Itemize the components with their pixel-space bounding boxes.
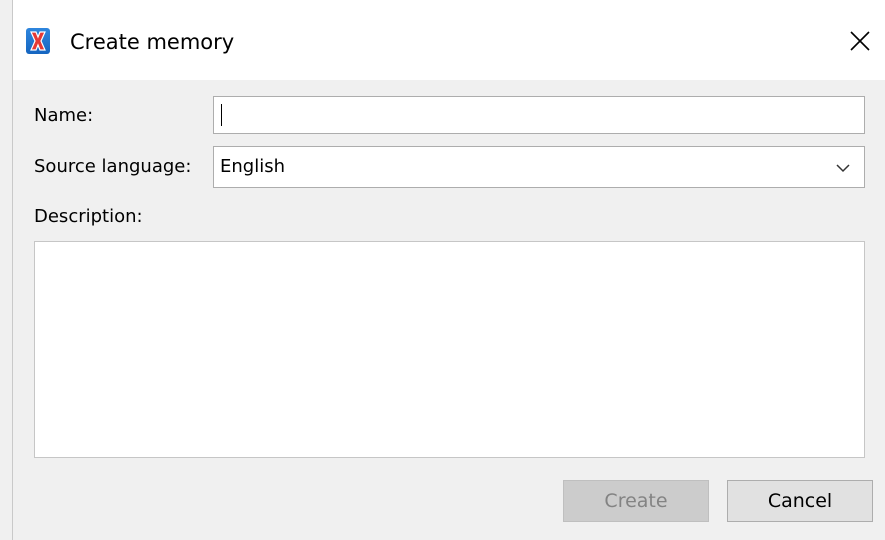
name-label: Name: [34, 105, 94, 126]
x-logo-icon [30, 31, 46, 51]
source-language-label: Source language: [34, 156, 192, 177]
description-label: Description: [34, 206, 143, 227]
cancel-button[interactable]: Cancel [727, 480, 873, 522]
source-language-value: English [220, 156, 285, 177]
app-x-icon [26, 28, 50, 54]
source-language-select[interactable]: English [213, 146, 865, 188]
text-caret [221, 104, 222, 126]
close-icon [850, 31, 870, 51]
create-button[interactable]: Create [563, 480, 709, 522]
create-memory-dialog: Create memory Name: Source language: Eng… [0, 0, 885, 540]
chevron-down-icon [836, 164, 850, 173]
description-textarea[interactable] [34, 241, 865, 458]
close-button[interactable] [843, 24, 877, 58]
window-edge-divider [12, 0, 13, 540]
dialog-title: Create memory [70, 30, 235, 54]
name-input[interactable] [213, 96, 865, 134]
title-bar: Create memory [13, 0, 885, 80]
